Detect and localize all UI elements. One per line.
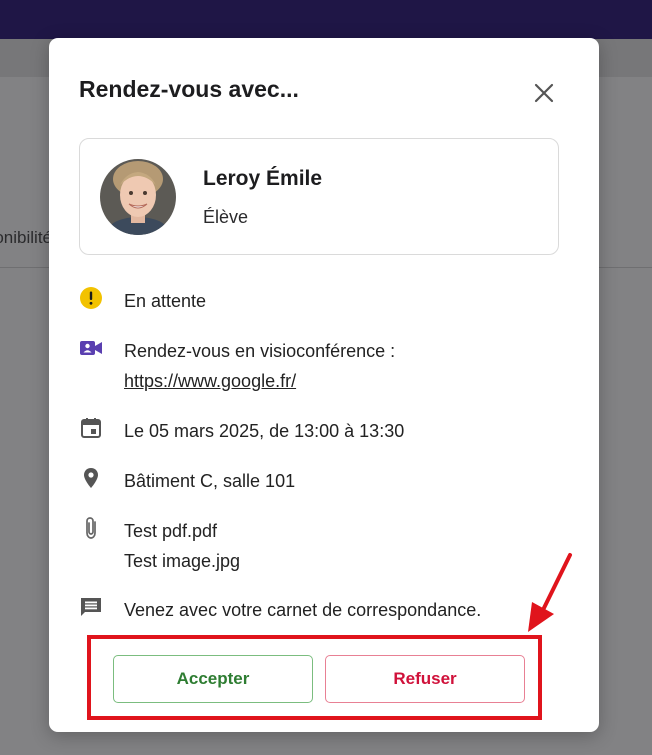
student-card: Leroy Émile Élève (79, 138, 559, 255)
comment-row: Venez avec votre carnet de correspondanc… (79, 595, 559, 625)
status-text: En attente (124, 291, 207, 311)
app-top-bar (0, 0, 652, 39)
attachment-link[interactable]: Test image.jpg (124, 546, 240, 576)
video-label: Rendez-vous en visioconférence : (124, 341, 396, 361)
attachment-link[interactable]: Test pdf.pdf (124, 516, 217, 546)
comment-icon (81, 598, 101, 616)
date-row: Le 05 mars 2025, de 13:00 à 13:30 (79, 416, 559, 446)
background-tab-label: onibilité (0, 228, 52, 247)
close-button[interactable] (529, 78, 559, 108)
video-row: Rendez-vous en visioconférence : https:/… (79, 336, 559, 396)
comment-text: Venez avec votre carnet de correspondanc… (124, 600, 482, 620)
refuse-button[interactable]: Refuser (325, 655, 525, 703)
videocam-icon (80, 341, 102, 355)
dialog-title: Rendez-vous avec... (79, 76, 299, 102)
close-icon (534, 83, 554, 103)
student-name: Leroy Émile (203, 167, 323, 190)
video-link[interactable]: https://www.google.fr/ (124, 366, 296, 396)
date-text: Le 05 mars 2025, de 13:00 à 13:30 (124, 421, 405, 441)
avatar (100, 159, 176, 235)
calendar-icon (81, 418, 101, 438)
annotation-arrow-icon (528, 553, 572, 632)
paperclip-icon (86, 517, 96, 539)
student-role: Élève (203, 207, 249, 227)
location-row: Bâtiment C, salle 101 (79, 466, 559, 496)
appointment-dialog: Rendez-vous avec... Leroy Émile Élève En… (49, 38, 599, 732)
location-pin-icon (84, 468, 98, 488)
warning-icon (80, 287, 102, 309)
status-row: En attente (79, 286, 559, 316)
attachments-row: Test pdf.pdf Test image.jpg (79, 516, 559, 576)
location-text: Bâtiment C, salle 101 (124, 471, 296, 491)
accept-button[interactable]: Accepter (113, 655, 313, 703)
